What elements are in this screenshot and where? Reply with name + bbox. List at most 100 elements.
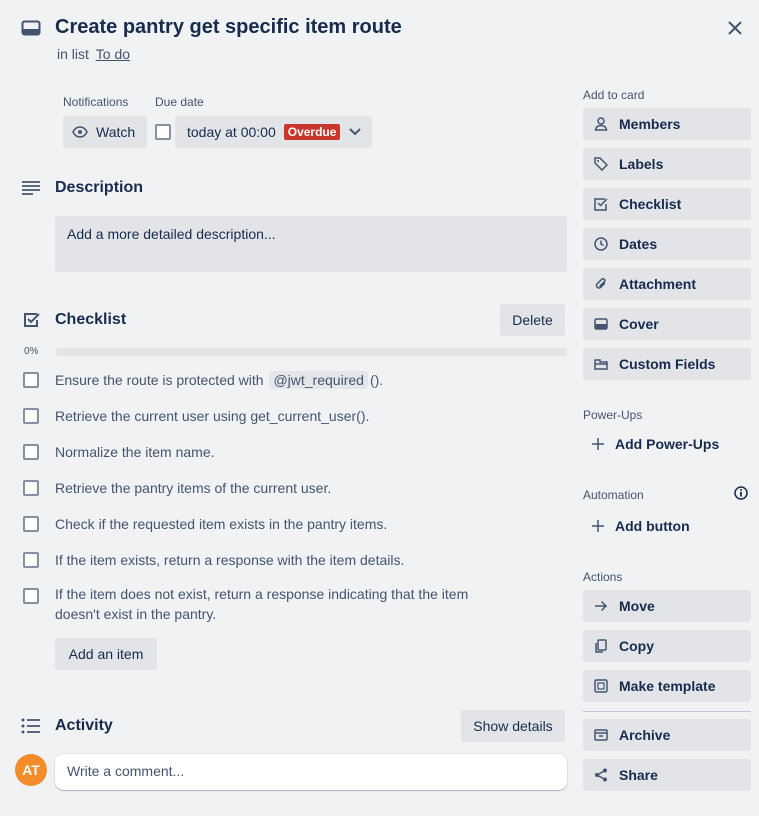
checklist-item-text-before: Ensure the route is protected with (55, 372, 264, 388)
add-to-card-label: Add to card (583, 88, 645, 102)
inline-code: @jwt_required (269, 371, 368, 389)
share-button[interactable]: Share (583, 759, 751, 791)
delete-label: Delete (512, 312, 553, 328)
attachment-button[interactable]: Attachment (583, 268, 751, 300)
archive-label: Archive (619, 727, 671, 743)
tag-icon (593, 156, 609, 172)
due-date-button[interactable]: today at 00:00 Overdue (175, 116, 372, 148)
watch-button[interactable]: Watch (63, 116, 147, 148)
checklist-item-text[interactable]: If the item does not exist, return a res… (55, 584, 468, 624)
description-heading: Description (55, 179, 144, 196)
due-date-label: Due date (155, 95, 204, 109)
checklist-item-text-after: (). (369, 372, 384, 388)
activity-heading: Activity (55, 717, 113, 734)
archive-button[interactable]: Archive (583, 719, 751, 751)
checklist-item-text[interactable]: Retrieve the current user using get_curr… (55, 406, 369, 426)
add-power-ups-label: Add Power-Ups (615, 436, 720, 452)
checklist-item-text[interactable]: Normalize the item name. (55, 442, 215, 462)
cover-icon (593, 316, 609, 332)
members-label: Members (619, 116, 681, 132)
power-ups-label: Power-Ups (583, 408, 643, 422)
checklist-item-line: If the item does not exist, return a res… (55, 586, 469, 602)
in-list-prefix: in list (57, 46, 89, 62)
members-button[interactable]: Members (583, 108, 751, 140)
checklist-icon (593, 196, 609, 212)
checklist-item-checkbox[interactable] (23, 480, 39, 496)
description-placeholder: Add a more detailed description... (67, 226, 276, 242)
description-editor[interactable]: Add a more detailed description... (55, 216, 567, 272)
comment-input[interactable]: Write a comment... (55, 754, 567, 790)
add-button-label: Add button (615, 518, 690, 534)
checklist-item-checkbox[interactable] (23, 444, 39, 460)
checklist-button-label: Checklist (619, 196, 682, 212)
share-label: Share (619, 767, 658, 783)
copy-button[interactable]: Copy (583, 630, 751, 662)
due-date-value: today at 00:00 (187, 124, 276, 140)
checklist-item-text[interactable]: Ensure the route is protected with @jwt_… (55, 370, 383, 390)
make-template-button[interactable]: Make template (583, 670, 751, 702)
card-icon (21, 19, 41, 37)
checklist-item-line: doesn't exist in the pantry. (55, 606, 217, 622)
checklist-progress-bar (55, 348, 567, 356)
card-title[interactable]: Create pantry get specific item route (55, 16, 402, 39)
archive-icon (593, 727, 609, 743)
share-icon (593, 767, 609, 783)
labels-button[interactable]: Labels (583, 148, 751, 180)
copy-icon (593, 638, 609, 654)
comment-placeholder: Write a comment... (67, 763, 185, 779)
custom-fields-button[interactable]: Custom Fields (583, 348, 751, 380)
checklist-icon (21, 310, 41, 330)
cover-label: Cover (619, 316, 659, 332)
add-item-button[interactable]: Add an item (55, 638, 157, 670)
copy-label: Copy (619, 638, 654, 654)
close-icon[interactable] (724, 17, 746, 39)
cover-button[interactable]: Cover (583, 308, 751, 340)
show-details-label: Show details (473, 718, 553, 734)
dates-label: Dates (619, 236, 658, 252)
checklist-item-checkbox[interactable] (23, 408, 39, 424)
plus-icon (590, 436, 606, 452)
paperclip-icon (593, 276, 609, 292)
checklist-progress-text: 0% (24, 346, 39, 357)
info-icon[interactable] (733, 485, 749, 501)
checklist-item-text[interactable]: If the item exists, return a response wi… (55, 550, 404, 570)
checklist-item-checkbox[interactable] (23, 588, 39, 604)
automation-label: Automation (583, 488, 644, 502)
clock-icon (593, 236, 609, 252)
add-power-ups-button[interactable]: Add Power-Ups (590, 428, 719, 460)
checklist-button[interactable]: Checklist (583, 188, 751, 220)
list-info: in list To do (57, 46, 130, 62)
checklist-item-text[interactable]: Check if the requested item exists in th… (55, 514, 387, 534)
checklist-item-text[interactable]: Retrieve the pantry items of the current… (55, 478, 331, 498)
description-icon (21, 180, 41, 196)
move-label: Move (619, 598, 655, 614)
chevron-down-icon (348, 125, 362, 139)
checklist-item-checkbox[interactable] (23, 516, 39, 532)
person-icon (593, 116, 609, 132)
make-template-label: Make template (619, 678, 716, 694)
notifications-label: Notifications (63, 95, 129, 109)
avatar-initials: AT (22, 762, 40, 778)
show-details-button[interactable]: Show details (461, 710, 565, 742)
actions-label: Actions (583, 570, 623, 584)
labels-label: Labels (619, 156, 664, 172)
due-complete-checkbox[interactable] (155, 124, 171, 140)
add-button-button[interactable]: Add button (590, 510, 690, 542)
arrow-right-icon (593, 598, 609, 614)
activity-icon (21, 717, 41, 735)
checklist-delete-button[interactable]: Delete (500, 304, 565, 336)
avatar[interactable]: AT (15, 754, 47, 786)
list-link[interactable]: To do (96, 46, 130, 62)
template-icon (593, 678, 609, 694)
dates-button[interactable]: Dates (583, 228, 751, 260)
watch-label: Watch (96, 124, 136, 140)
actions-divider (583, 711, 751, 712)
add-item-label: Add an item (68, 646, 144, 662)
custom-fields-icon (593, 356, 609, 372)
checklist-item-checkbox[interactable] (23, 372, 39, 388)
custom-fields-label: Custom Fields (619, 356, 716, 372)
checklist-item-checkbox[interactable] (23, 552, 39, 568)
checklist-heading: Checklist (55, 311, 127, 328)
move-button[interactable]: Move (583, 590, 751, 622)
plus-icon (590, 518, 606, 534)
